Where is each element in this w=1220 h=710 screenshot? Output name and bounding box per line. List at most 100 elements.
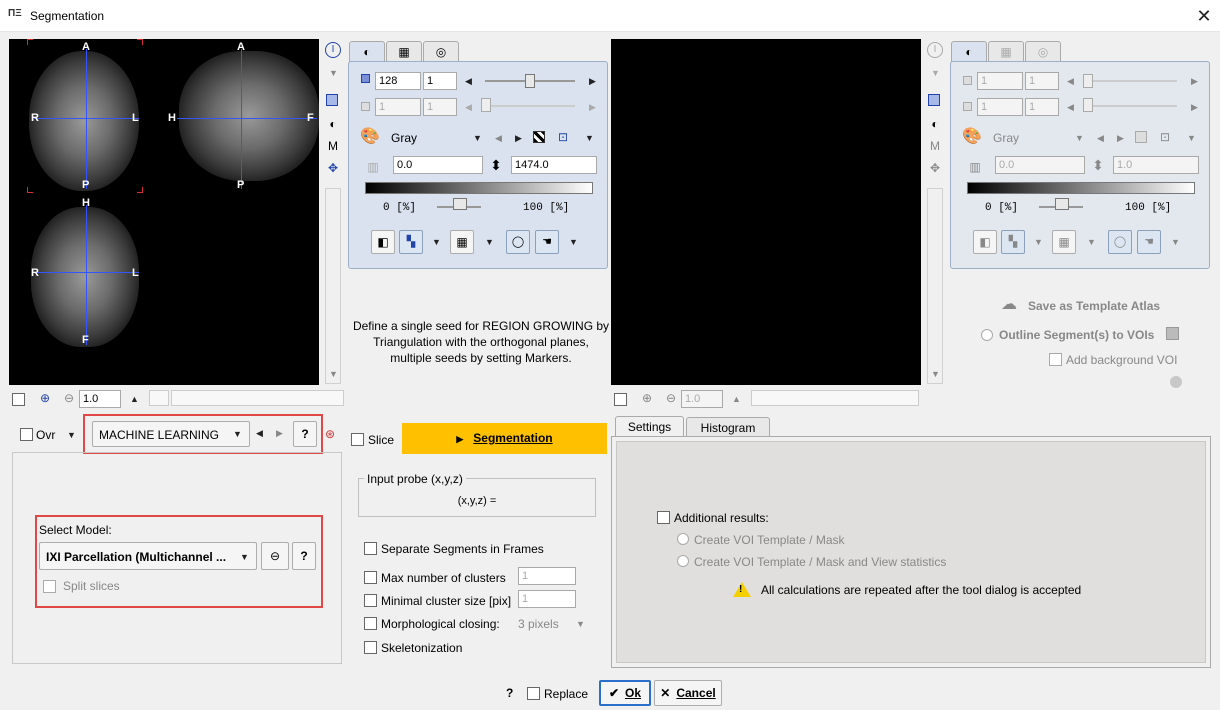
skeletonization-checkbox[interactable] <box>364 641 377 654</box>
chevron-down-icon[interactable]: ▼ <box>329 68 338 78</box>
colormap-label[interactable]: Gray <box>391 131 417 145</box>
frame-next-icon[interactable]: ▶ <box>1191 76 1198 87</box>
frame-slider-thumb[interactable] <box>1083 74 1093 88</box>
method-prev-icon[interactable]: ◀ <box>256 428 263 439</box>
colorbar[interactable] <box>967 182 1195 194</box>
zoom-field[interactable]: 1.0 <box>681 390 723 408</box>
colormap-dropdown-icon[interactable]: ▼ <box>473 133 482 143</box>
mode-dropdown-icon[interactable]: ▼ <box>432 237 441 247</box>
method-dropdown[interactable]: MACHINE LEARNING ▼ <box>92 421 250 447</box>
plane-count-field[interactable]: 1 <box>423 98 457 116</box>
model-help-button[interactable]: ? <box>292 542 316 570</box>
tab-layout[interactable]: ▦ <box>386 41 422 62</box>
zoom-in-icon[interactable]: ⊕ <box>639 390 655 406</box>
viewer-checkbox[interactable] <box>12 393 25 406</box>
hand-dropdown-icon[interactable]: ▼ <box>569 237 578 247</box>
max-clusters-field[interactable]: 1 <box>518 567 576 585</box>
marker-icon[interactable]: M <box>927 138 943 154</box>
vertical-scrollbar[interactable]: ▼ <box>927 188 943 384</box>
ok-button[interactable]: ✔ Ok <box>599 680 651 706</box>
split-slices-checkbox[interactable] <box>43 580 56 593</box>
min-cluster-field[interactable]: 1 <box>518 590 576 608</box>
shape-button[interactable]: ◯ <box>1108 230 1132 254</box>
horizontal-scrollbar[interactable] <box>751 390 919 406</box>
colormap-next-icon[interactable]: ▶ <box>515 133 522 144</box>
voi-template-radio[interactable] <box>677 533 689 545</box>
colormap-edit-icon[interactable]: ⊡ <box>1157 129 1173 145</box>
right-image-viewer[interactable] <box>611 39 921 385</box>
colormap-label[interactable]: Gray <box>993 131 1019 145</box>
frame-slider[interactable] <box>1087 80 1177 82</box>
invert-button[interactable]: ◧ <box>371 230 395 254</box>
morph-closing-checkbox[interactable] <box>364 617 377 630</box>
target-icon[interactable]: ⊛ <box>322 426 338 442</box>
model-manage-button[interactable]: ⊖ <box>261 542 289 570</box>
frame-count-field[interactable]: 1 <box>423 72 457 90</box>
model-dropdown[interactable]: IXI Parcellation (Multichannel ... ▼ <box>39 542 257 570</box>
max-clusters-checkbox[interactable] <box>364 571 377 584</box>
grid-dropdown-icon[interactable]: ▼ <box>485 237 494 247</box>
ovr-checkbox[interactable] <box>20 428 33 441</box>
zoom-in-icon[interactable]: ⊕ <box>37 390 53 406</box>
horizontal-scrollbar[interactable] <box>171 390 344 406</box>
mode-button[interactable]: ▚ <box>1001 230 1025 254</box>
tab-contrast[interactable]: ◐ <box>951 41 987 62</box>
colormap-next-icon[interactable]: ▶ <box>1117 133 1124 144</box>
voi-template-stats-radio[interactable] <box>677 555 689 567</box>
tab-histogram[interactable]: Histogram <box>686 417 770 437</box>
plane-slider[interactable] <box>485 105 575 107</box>
lut-max-field[interactable]: 1474.0 <box>511 156 597 174</box>
cancel-button[interactable]: ✕ Cancel <box>654 680 722 706</box>
colormap-menu-icon[interactable]: ▼ <box>1187 133 1196 143</box>
frame-prev-icon[interactable]: ◀ <box>465 76 472 87</box>
hand-button[interactable]: ☚ <box>535 230 559 254</box>
target-icon[interactable]: ✥ <box>325 160 341 176</box>
outline-radio-icon[interactable] <box>981 329 993 341</box>
tab-fusion[interactable]: ◎ <box>423 41 459 62</box>
colormap-checker-icon[interactable] <box>1135 131 1147 143</box>
method-next-icon[interactable]: ▶ <box>276 428 283 439</box>
voi-icon[interactable] <box>326 94 338 106</box>
ovr-dropdown-icon[interactable]: ▼ <box>67 430 76 440</box>
grid-button[interactable]: ▦ <box>1052 230 1076 254</box>
mode-dropdown-icon[interactable]: ▼ <box>1034 237 1043 247</box>
plane-prev-icon[interactable]: ◀ <box>465 102 472 113</box>
separate-segments-checkbox[interactable] <box>364 542 377 555</box>
morph-dropdown-icon[interactable]: ▼ <box>576 619 585 629</box>
shape-button[interactable]: ◯ <box>506 230 530 254</box>
voi-icon[interactable] <box>928 94 940 106</box>
coronal-view[interactable] <box>31 207 139 347</box>
fit-range-icon[interactable]: ⬍ <box>487 157 505 173</box>
plane-field[interactable]: 1 <box>977 98 1023 116</box>
plane-next-icon[interactable]: ▶ <box>589 102 596 113</box>
lut-min-field[interactable]: 0.0 <box>393 156 483 174</box>
colormap-prev-icon[interactable]: ◀ <box>495 133 502 144</box>
palette-icon[interactable]: 🎨 <box>961 129 983 145</box>
plane-slider-thumb[interactable] <box>481 98 491 112</box>
colormap-menu-icon[interactable]: ▼ <box>585 133 594 143</box>
grid-dropdown-icon[interactable]: ▼ <box>1087 237 1096 247</box>
left-image-viewer[interactable]: A R L P A H F P H R L F <box>9 39 319 385</box>
target-icon[interactable]: ✥ <box>927 160 943 176</box>
vertical-scrollbar[interactable]: ▼ <box>325 188 341 384</box>
info-icon[interactable]: I <box>927 42 943 58</box>
slice-checkbox[interactable] <box>351 433 364 446</box>
segmentation-button[interactable]: ▶ Segmentation <box>402 423 607 454</box>
zoom-up-icon[interactable]: ▲ <box>130 394 139 404</box>
colormap-dropdown-icon[interactable]: ▼ <box>1075 133 1084 143</box>
plane-next-icon[interactable]: ▶ <box>1191 102 1198 113</box>
tab-fusion[interactable]: ◎ <box>1025 41 1061 62</box>
tab-contrast[interactable]: ◐ <box>349 41 385 62</box>
scroll-left-button[interactable] <box>149 390 169 406</box>
frame-prev-icon[interactable]: ◀ <box>1067 76 1074 87</box>
sagittal-view[interactable] <box>179 51 319 181</box>
save-template-atlas-button[interactable]: Save as Template Atlas <box>1028 299 1160 313</box>
frame-field[interactable]: 1 <box>977 72 1023 90</box>
frame-slider-thumb[interactable] <box>525 74 535 88</box>
chevron-down-icon[interactable]: ▼ <box>931 68 940 78</box>
plane-count-field[interactable]: 1 <box>1025 98 1059 116</box>
axial-view[interactable] <box>29 51 139 191</box>
plane-field[interactable]: 1 <box>375 98 421 116</box>
additional-results-checkbox[interactable] <box>657 511 670 524</box>
zoom-out-icon[interactable]: ⊖ <box>61 390 77 406</box>
